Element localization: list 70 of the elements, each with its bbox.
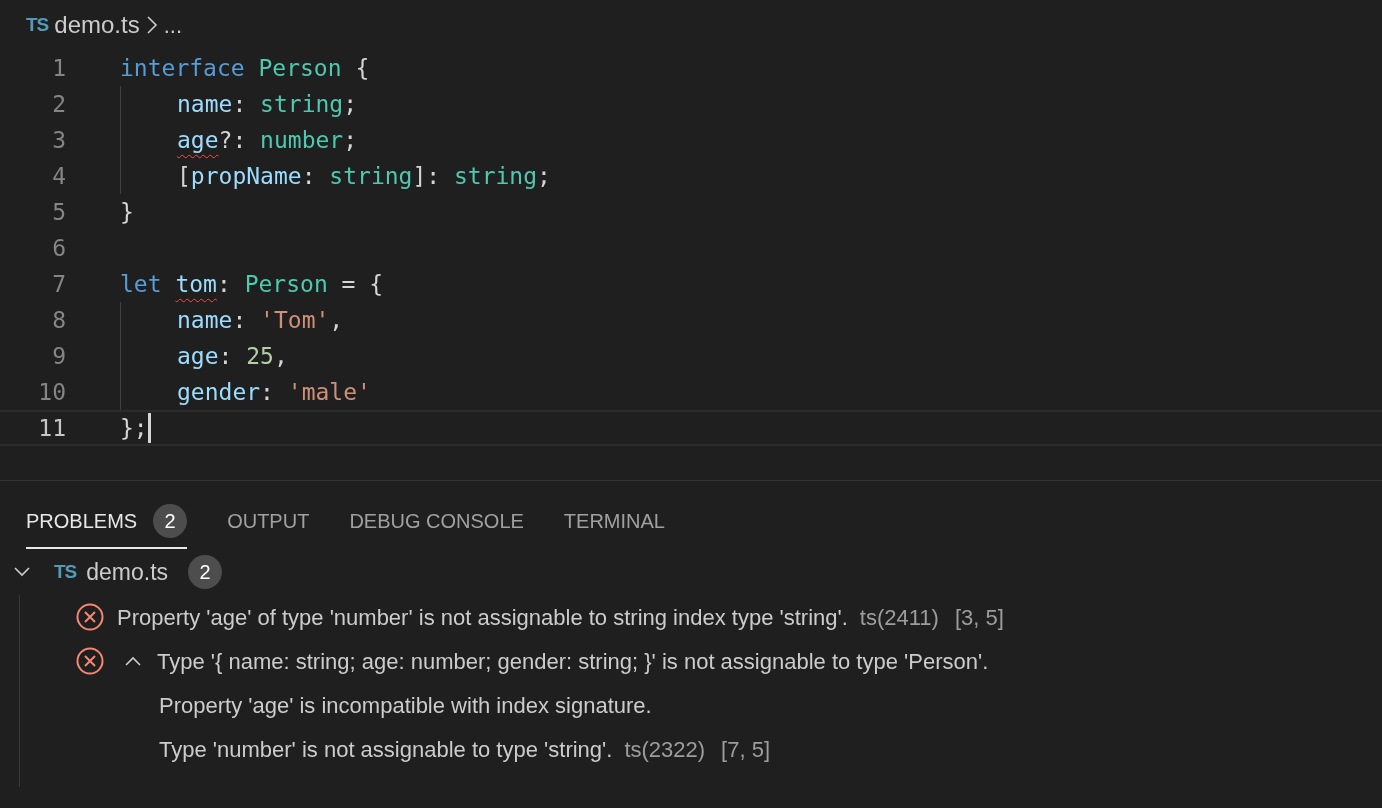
identifier: tom (175, 269, 217, 299)
type-name: string (260, 89, 344, 119)
punctuation: } (120, 197, 134, 227)
file-name: demo.ts (86, 557, 169, 587)
error-location: [3, 5] (954, 603, 1004, 632)
string-literal: 'Tom' (260, 305, 330, 335)
punctuation: [ (177, 161, 191, 191)
keyword: interface (120, 53, 246, 83)
count-badge: 2 (188, 555, 223, 589)
punctuation: : (232, 89, 248, 119)
count-badge: 2 (153, 504, 188, 538)
line-number: 2 (51, 89, 66, 119)
panel-tab[interactable]: DEBUG CONSOLE (349, 495, 524, 549)
chevron-right-icon (145, 15, 158, 35)
type-name: string (329, 161, 413, 191)
line-number: 9 (51, 341, 66, 371)
error-code: ts(2322) (624, 735, 706, 764)
punctuation: : (216, 269, 232, 299)
line-number: 5 (51, 197, 66, 227)
punctuation: ; (537, 161, 551, 191)
typescript-file-icon: TS (26, 10, 49, 40)
identifier: age (177, 125, 219, 155)
type-name: Person (244, 269, 328, 299)
line-number: 11 (37, 413, 66, 443)
identifier: name (177, 89, 233, 119)
punctuation: ?: (218, 125, 248, 155)
identifier: age (177, 341, 219, 371)
type-name: string (454, 161, 538, 191)
problem-message[interactable]: Property 'age' is incompatible with index signature. (159, 688, 652, 722)
line-number: 7 (51, 269, 66, 299)
line-number: 10 (37, 377, 66, 407)
error-icon (75, 646, 105, 676)
problem-message[interactable]: Type 'number' is not assignable to type 'string'. (159, 732, 613, 766)
punctuation: ]: (412, 161, 442, 191)
line-number: 3 (51, 125, 66, 155)
punctuation: , (329, 305, 344, 335)
identifier: propName (190, 161, 302, 191)
line-number: 1 (51, 53, 66, 83)
panel-tab[interactable]: TERMINAL (563, 495, 665, 549)
typescript-file-icon: TS (54, 557, 77, 587)
punctuation: : (218, 341, 234, 371)
line-number: 8 (51, 305, 66, 335)
breadcrumb-ellipsis[interactable]: ... (163, 8, 182, 42)
string-literal: 'male' (287, 377, 371, 407)
number-literal: 25 (246, 341, 274, 371)
error-icon (75, 602, 105, 632)
panel-tab[interactable]: OUTPUT (227, 495, 310, 549)
punctuation: : (301, 161, 317, 191)
panel-tab[interactable]: PROBLEMS 2 (26, 495, 188, 549)
punctuation: }; (120, 413, 148, 443)
identifier: gender (177, 377, 261, 407)
punctuation: : (232, 305, 248, 335)
line-number: 4 (51, 161, 66, 191)
punctuation: ; (343, 125, 358, 155)
punctuation: : (260, 377, 275, 407)
keyword: let (120, 269, 163, 299)
breadcrumb-file[interactable]: demo.ts (54, 7, 140, 43)
problem-message[interactable]: Property 'age' of type 'number' is not assignable to string index type 'string'. (117, 600, 848, 634)
punctuation: ; (343, 89, 358, 119)
punctuation: = { (340, 269, 384, 299)
type-name: Person (258, 53, 342, 83)
line-number: 6 (51, 233, 66, 263)
error-code: ts(2411) (859, 603, 939, 632)
type-name: number (260, 125, 344, 155)
identifier: name (177, 305, 233, 335)
punctuation: { (354, 53, 370, 83)
problem-message[interactable]: Type '{ name: string; age: number; gender: string; }' is not assignable to type 'Person'. (157, 644, 989, 678)
error-location: [7, 5] (721, 735, 770, 764)
punctuation: , (273, 341, 288, 371)
text-cursor (147, 413, 151, 443)
